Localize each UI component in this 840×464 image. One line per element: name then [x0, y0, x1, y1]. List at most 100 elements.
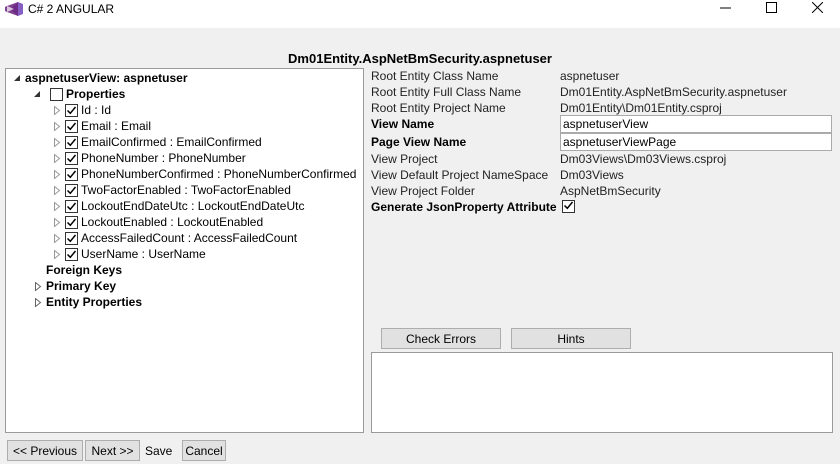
collapsed-triangle-icon[interactable] — [52, 105, 62, 115]
collapsed-triangle-icon[interactable] — [52, 185, 62, 195]
tree-property-item[interactable]: LockoutEnabled : LockoutEnabled — [52, 214, 263, 230]
checkmark-icon — [66, 153, 77, 164]
checkmark-icon — [66, 137, 77, 148]
tree-property-item[interactable]: PhoneNumberConfirmed : PhoneNumberConfir… — [52, 166, 356, 182]
tree-property-label: EmailConfirmed : EmailConfirmed — [81, 135, 262, 149]
checkmark-icon — [66, 121, 77, 132]
property-checkbox[interactable] — [65, 199, 78, 213]
root-entity-class-name-value: aspnetuser — [560, 69, 620, 83]
property-checkbox[interactable] — [65, 215, 78, 229]
property-checkbox[interactable] — [65, 103, 78, 117]
view-project-folder-value: AspNetBmSecurity — [560, 184, 661, 198]
checkmark-icon — [563, 200, 574, 214]
tree-foreign-keys-item[interactable]: Foreign Keys — [46, 262, 122, 278]
close-button[interactable] — [794, 0, 840, 18]
checkmark-icon — [66, 169, 77, 180]
collapsed-triangle-icon[interactable] — [52, 137, 62, 147]
title-bar: C# 2 ANGULAR — [0, 0, 840, 28]
check-errors-button[interactable]: Check Errors — [381, 328, 501, 349]
generate-json-label: Generate JsonProperty Attribute — [371, 200, 557, 214]
previous-button[interactable]: << Previous — [7, 440, 83, 461]
tree-property-label: PhoneNumber : PhoneNumber — [81, 151, 246, 165]
generate-json-checkbox[interactable] — [562, 200, 575, 213]
tree-property-label: Email : Email — [81, 119, 152, 133]
hints-button[interactable]: Hints — [511, 328, 631, 349]
collapsed-triangle-icon[interactable] — [52, 249, 62, 259]
minimize-icon — [719, 2, 731, 16]
property-checkbox[interactable] — [65, 135, 78, 149]
root-entity-project-name-value: Dm01Entity\Dm01Entity.csproj — [560, 101, 722, 115]
tree-root-label: aspnetuserView: aspnetuser — [25, 71, 188, 85]
page-view-name-input-value: aspnetuserViewPage — [563, 135, 677, 149]
save-button[interactable]: Save — [145, 444, 172, 458]
expanded-triangle-icon[interactable] — [12, 73, 22, 83]
maximize-button[interactable] — [748, 0, 794, 18]
properties-checkbox[interactable] — [50, 87, 63, 101]
view-name-input[interactable]: aspnetuserView — [560, 115, 832, 133]
view-project-value: Dm03Views\Dm03Views.csproj — [560, 152, 727, 166]
tree-property-label: AccessFailedCount : AccessFailedCount — [81, 231, 298, 245]
collapsed-triangle-icon[interactable] — [52, 121, 62, 131]
property-checkbox[interactable] — [65, 231, 78, 245]
tree-property-item[interactable]: AccessFailedCount : AccessFailedCount — [52, 230, 297, 246]
maximize-icon — [765, 2, 777, 16]
visual-studio-icon — [5, 2, 23, 16]
page-view-name-label: Page View Name — [371, 135, 467, 149]
tree-primary-key-item[interactable]: Primary Key — [33, 278, 116, 294]
checkmark-icon — [66, 185, 77, 196]
tree-property-item[interactable]: EmailConfirmed : EmailConfirmed — [52, 134, 262, 150]
collapsed-triangle-icon[interactable] — [52, 233, 62, 243]
checkmark-icon — [66, 233, 77, 244]
collapsed-triangle-icon[interactable] — [33, 281, 43, 291]
tree-primary-key-label: Primary Key — [46, 279, 117, 293]
property-checkbox[interactable] — [65, 183, 78, 197]
tree-properties-item[interactable]: Properties — [32, 86, 125, 102]
root-entity-project-name-label: Root Entity Project Name — [371, 101, 506, 115]
property-checkbox[interactable] — [65, 167, 78, 181]
collapsed-triangle-icon[interactable] — [52, 153, 62, 163]
tree-property-item[interactable]: Id : Id — [52, 102, 111, 118]
tree-property-label: LockoutEnabled : LockoutEnabled — [81, 215, 264, 229]
collapsed-triangle-icon[interactable] — [52, 201, 62, 211]
tree-property-label: TwoFactorEnabled : TwoFactorEnabled — [81, 183, 291, 197]
cancel-button-label: Cancel — [185, 443, 223, 458]
checkmark-icon — [66, 105, 77, 116]
view-project-folder-label: View Project Folder — [371, 184, 475, 198]
property-checkbox[interactable] — [65, 151, 78, 165]
page-view-name-input[interactable]: aspnetuserViewPage — [560, 133, 832, 151]
tree-property-item[interactable]: Email : Email — [52, 118, 151, 134]
property-checkbox[interactable] — [65, 247, 78, 261]
tree-property-label: LockoutEndDateUtc : LockoutEndDateUtc — [81, 199, 305, 213]
property-checkbox[interactable] — [65, 119, 78, 133]
tree-property-item[interactable]: UserName : UserName — [52, 246, 206, 262]
tree-property-item[interactable]: PhoneNumber : PhoneNumber — [52, 150, 246, 166]
collapsed-triangle-icon[interactable] — [33, 297, 43, 307]
cancel-button[interactable]: Cancel — [182, 440, 226, 461]
tree-property-item[interactable]: TwoFactorEnabled : TwoFactorEnabled — [52, 182, 291, 198]
checkmark-icon — [66, 249, 77, 260]
root-entity-full-class-name-label: Root Entity Full Class Name — [371, 85, 522, 99]
tree-entity-properties-item[interactable]: Entity Properties — [33, 294, 142, 310]
tree-property-label: Id : Id — [81, 103, 112, 117]
view-default-namespace-value: Dm03Views — [560, 168, 624, 182]
tree-property-label: UserName : UserName — [81, 247, 206, 261]
entity-tree[interactable]: aspnetuserView: aspnetuser Properties Id… — [5, 68, 364, 433]
tree-properties-label: Properties — [66, 87, 126, 101]
check-errors-button-label: Check Errors — [405, 331, 476, 346]
close-icon — [811, 1, 823, 16]
tree-property-item[interactable]: LockoutEndDateUtc : LockoutEndDateUtc — [52, 198, 304, 214]
minimize-button[interactable] — [702, 0, 748, 18]
output-textbox[interactable] — [371, 352, 833, 433]
view-name-input-value: aspnetuserView — [563, 117, 649, 131]
collapsed-triangle-icon[interactable] — [52, 217, 62, 227]
collapsed-triangle-icon[interactable] — [52, 169, 62, 179]
checkmark-icon — [66, 217, 77, 228]
checkmark-icon — [66, 201, 77, 212]
tree-root-item[interactable]: aspnetuserView: aspnetuser — [12, 70, 188, 86]
expanded-triangle-icon[interactable] — [32, 89, 42, 99]
page-title-text: Dm01Entity.AspNetBmSecurity.aspnetuser — [288, 51, 552, 66]
root-entity-class-name-label: Root Entity Class Name — [371, 69, 499, 83]
view-project-label: View Project — [371, 152, 438, 166]
tree-entity-properties-label: Entity Properties — [46, 295, 143, 309]
next-button[interactable]: Next >> — [85, 440, 140, 461]
